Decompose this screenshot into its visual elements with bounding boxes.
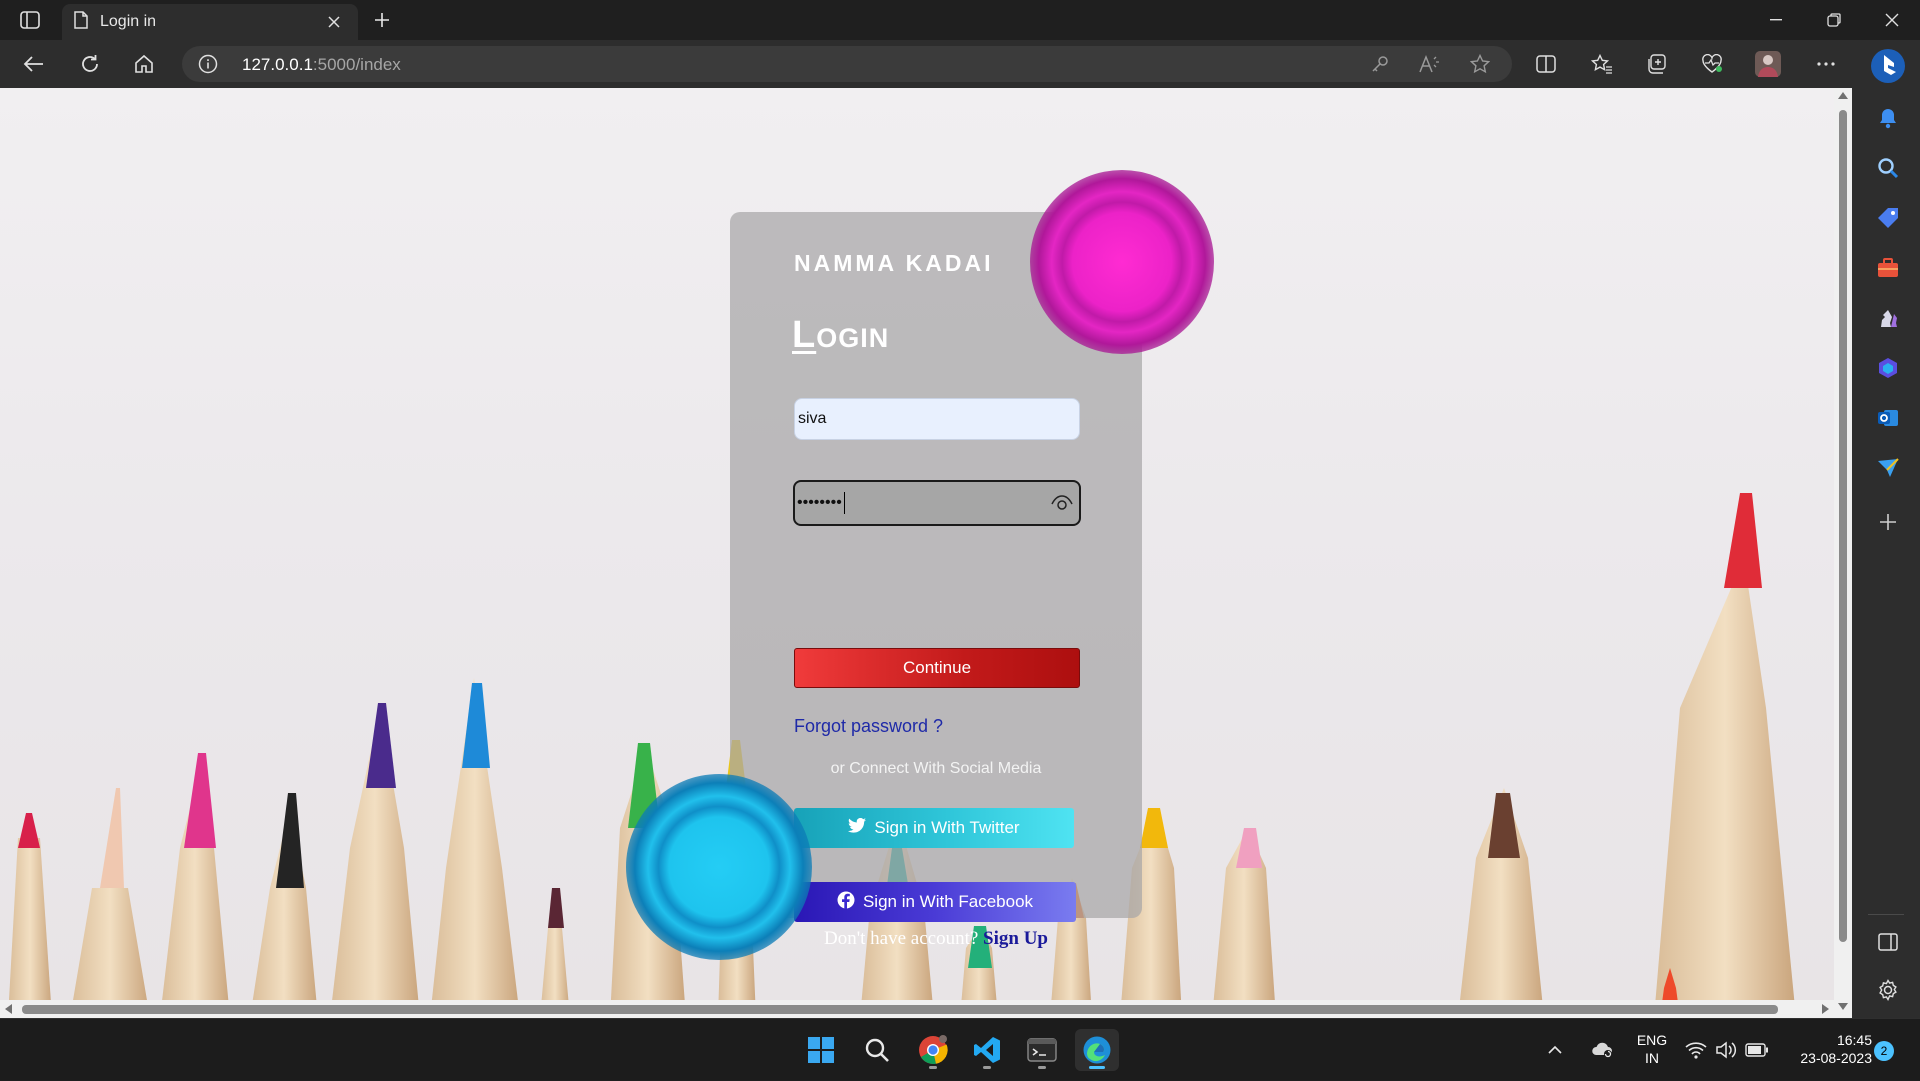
page-icon bbox=[74, 10, 88, 34]
onedrive-sync-icon[interactable] bbox=[1590, 1019, 1616, 1081]
vertical-scrollbar[interactable] bbox=[1834, 88, 1852, 1018]
horizontal-scroll-thumb[interactable] bbox=[22, 1005, 1778, 1014]
running-indicator bbox=[929, 1066, 937, 1069]
twitter-signin-button[interactable]: Sign in With Twitter bbox=[794, 808, 1074, 848]
signup-line: Don't have account? Sign Up bbox=[730, 928, 1142, 950]
settings-icon[interactable] bbox=[1872, 974, 1904, 1006]
tag-icon[interactable] bbox=[1872, 202, 1904, 234]
twitter-icon bbox=[848, 817, 867, 838]
chess-icon[interactable] bbox=[1872, 302, 1904, 334]
forgot-password-link[interactable]: Forgot password ? bbox=[794, 716, 943, 737]
collections-icon[interactable] bbox=[1640, 48, 1672, 80]
restore-icon[interactable] bbox=[1806, 0, 1862, 40]
twitter-label: Sign in With Twitter bbox=[874, 818, 1020, 837]
more-options-icon[interactable] bbox=[1810, 48, 1842, 80]
edge-sidebar bbox=[1852, 40, 1920, 1018]
scroll-left-arrow-icon[interactable] bbox=[5, 1004, 12, 1014]
scroll-up-arrow-icon[interactable] bbox=[1838, 92, 1848, 99]
scroll-right-arrow-icon[interactable] bbox=[1822, 1004, 1829, 1014]
facebook-icon bbox=[837, 891, 855, 914]
edge-icon[interactable] bbox=[1075, 1029, 1119, 1071]
wifi-icon[interactable] bbox=[1685, 1019, 1709, 1081]
clock-date: 23-08-2023 bbox=[1800, 1050, 1872, 1066]
search-icon[interactable] bbox=[1872, 152, 1904, 184]
home-icon[interactable] bbox=[126, 48, 162, 80]
windows-taskbar: ENG IN 16:45 23-08-2023 2 bbox=[0, 1018, 1920, 1080]
vertical-scroll-thumb[interactable] bbox=[1839, 110, 1847, 942]
active-indicator bbox=[1089, 1066, 1105, 1069]
new-tab-icon[interactable] bbox=[368, 8, 396, 32]
url-host: 127.0.0.1 bbox=[242, 55, 313, 74]
url-path: :5000/index bbox=[312, 55, 401, 74]
system-clock[interactable]: 16:45 23-08-2023 bbox=[1780, 1031, 1872, 1067]
social-media-note: or Connect With Social Media bbox=[830, 760, 1042, 777]
continue-button[interactable]: Continue bbox=[794, 648, 1080, 688]
running-indicator bbox=[1038, 1066, 1046, 1069]
click-highlight-magenta bbox=[1030, 170, 1214, 354]
region-code: IN bbox=[1645, 1050, 1659, 1066]
profile-avatar-icon[interactable] bbox=[1752, 48, 1784, 80]
refresh-icon[interactable] bbox=[72, 48, 108, 80]
show-password-eye-icon[interactable] bbox=[1051, 494, 1073, 512]
notification-badge[interactable]: 2 bbox=[1874, 1041, 1894, 1061]
close-window-icon[interactable] bbox=[1864, 0, 1920, 40]
running-indicator bbox=[983, 1066, 991, 1069]
site-info-icon[interactable] bbox=[198, 54, 218, 79]
show-hidden-icons-chevron-icon[interactable] bbox=[1548, 1019, 1572, 1081]
browser-tab[interactable]: Login in bbox=[62, 4, 358, 40]
split-screen-icon[interactable] bbox=[1530, 48, 1562, 80]
briefcase-icon[interactable] bbox=[1872, 252, 1904, 284]
password-field[interactable] bbox=[793, 480, 1081, 526]
start-windows-icon[interactable] bbox=[799, 1029, 843, 1071]
tab-actions-icon[interactable] bbox=[14, 8, 46, 32]
facebook-label: Sign in With Facebook bbox=[862, 892, 1034, 911]
url-text[interactable]: 127.0.0.1:5000/index bbox=[242, 55, 401, 75]
office-icon[interactable] bbox=[1872, 352, 1904, 384]
close-tab-icon[interactable] bbox=[322, 10, 346, 34]
copilot-icon[interactable] bbox=[1868, 46, 1908, 86]
terminal-icon[interactable] bbox=[1020, 1029, 1064, 1071]
login-heading: Login bbox=[792, 314, 889, 357]
tab-title: Login in bbox=[100, 13, 157, 30]
taskbar-search-icon[interactable] bbox=[855, 1029, 899, 1071]
favorites-icon[interactable] bbox=[1586, 48, 1618, 80]
password-input[interactable] bbox=[797, 484, 1037, 522]
brand-title: NAMMA KADAI bbox=[794, 250, 994, 276]
read-aloud-icon[interactable] bbox=[1414, 48, 1446, 80]
title-bar: Login in bbox=[0, 0, 1920, 40]
address-bar[interactable]: 127.0.0.1:5000/index bbox=[182, 46, 1512, 82]
language-code: ENG bbox=[1636, 1032, 1668, 1048]
heading-initial: L bbox=[792, 314, 817, 356]
scroll-down-arrow-icon[interactable] bbox=[1838, 1003, 1848, 1010]
clock-time: 16:45 bbox=[1836, 1032, 1872, 1048]
click-highlight-cyan bbox=[626, 774, 812, 960]
password-key-icon[interactable] bbox=[1364, 48, 1396, 80]
username-input[interactable] bbox=[794, 398, 1080, 440]
facebook-signin-button[interactable]: Sign in With Facebook bbox=[794, 882, 1076, 922]
favorite-star-icon[interactable] bbox=[1464, 48, 1496, 80]
outlook-icon[interactable] bbox=[1872, 402, 1904, 434]
vscode-icon[interactable] bbox=[965, 1029, 1009, 1071]
text-cursor bbox=[844, 492, 845, 514]
volume-icon[interactable] bbox=[1715, 1019, 1739, 1081]
heading-rest: ogin bbox=[816, 314, 890, 356]
browser-toolbar: 127.0.0.1:5000/index bbox=[0, 40, 1920, 88]
page-viewport: NAMMA KADAI Login Continue Forgot passwo… bbox=[0, 88, 1834, 1018]
horizontal-scrollbar[interactable] bbox=[0, 1000, 1834, 1018]
add-icon[interactable] bbox=[1872, 506, 1904, 538]
signup-question: Don't have account? bbox=[823, 928, 979, 949]
battery-icon[interactable] bbox=[1745, 1019, 1771, 1081]
bell-icon[interactable] bbox=[1872, 102, 1904, 134]
sidebar-divider bbox=[1868, 914, 1904, 915]
chrome-icon[interactable] bbox=[911, 1029, 955, 1071]
send-icon[interactable] bbox=[1872, 452, 1904, 484]
signup-link[interactable]: Sign Up bbox=[983, 928, 1048, 949]
split-pane-icon[interactable] bbox=[1872, 926, 1904, 958]
browser-essentials-icon[interactable] bbox=[1696, 48, 1728, 80]
minimize-icon[interactable] bbox=[1748, 0, 1804, 40]
input-language[interactable]: ENG IN bbox=[1626, 1031, 1678, 1067]
back-icon[interactable] bbox=[16, 48, 52, 80]
